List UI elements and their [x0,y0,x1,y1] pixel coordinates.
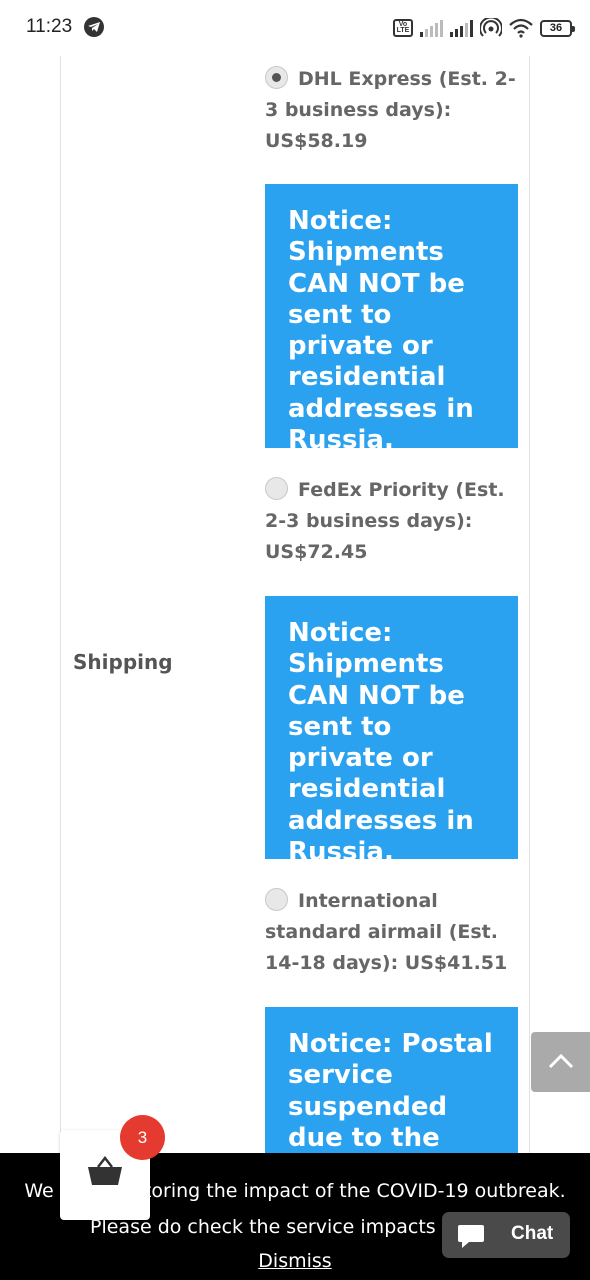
shipping-option-airmail[interactable]: International standard airmail (Est. 14-… [265,886,525,979]
battery-icon: 36 [540,19,575,37]
shipping-option-label: FedEx Priority (Est. 2-3 business days):… [265,479,505,563]
shipping-label: Shipping [73,650,173,674]
shipping-option-dhl[interactable]: DHL Express (Est. 2-3 business days): US… [265,64,525,157]
shipping-option-label: International standard airmail (Est. 14-… [265,890,508,974]
radio-fedex[interactable] [265,477,288,500]
status-time: 11:23 [26,16,73,37]
wifi-icon [509,18,533,38]
back-to-top-button[interactable] [531,1032,590,1092]
chat-button[interactable]: Chat [442,1212,570,1258]
volte-icon: Vo LTE [393,19,413,37]
table-border-left [60,56,61,1156]
shipping-option-label: DHL Express (Est. 2-3 business days): US… [265,68,516,152]
radio-dhl[interactable] [265,66,288,89]
signal-icon-2 [450,19,473,37]
basket-icon [88,1156,122,1185]
cart-count-badge: 3 [120,1115,165,1160]
hotspot-icon [480,18,502,37]
table-border-right [529,56,530,1156]
shipping-notice: Notice: Shipments CAN NOT be sent to pri… [265,184,518,455]
chevron-up-icon [548,1053,574,1069]
chat-label: Chat [511,1223,554,1244]
shipping-notice: Notice: Postal service suspended due to … [265,1007,518,1167]
status-bar: 11:23 Vo LTE 36 [0,0,590,56]
status-icons: Vo LTE 36 [393,16,575,40]
shipping-notice: Notice: Shipments CAN NOT be sent to pri… [265,596,518,867]
signal-icon-1 [420,19,443,37]
shipping-option-fedex[interactable]: FedEx Priority (Est. 2-3 business days):… [265,475,525,568]
chat-bubble-icon [458,1225,484,1248]
radio-airmail[interactable] [265,888,288,911]
telegram-icon [84,17,104,37]
